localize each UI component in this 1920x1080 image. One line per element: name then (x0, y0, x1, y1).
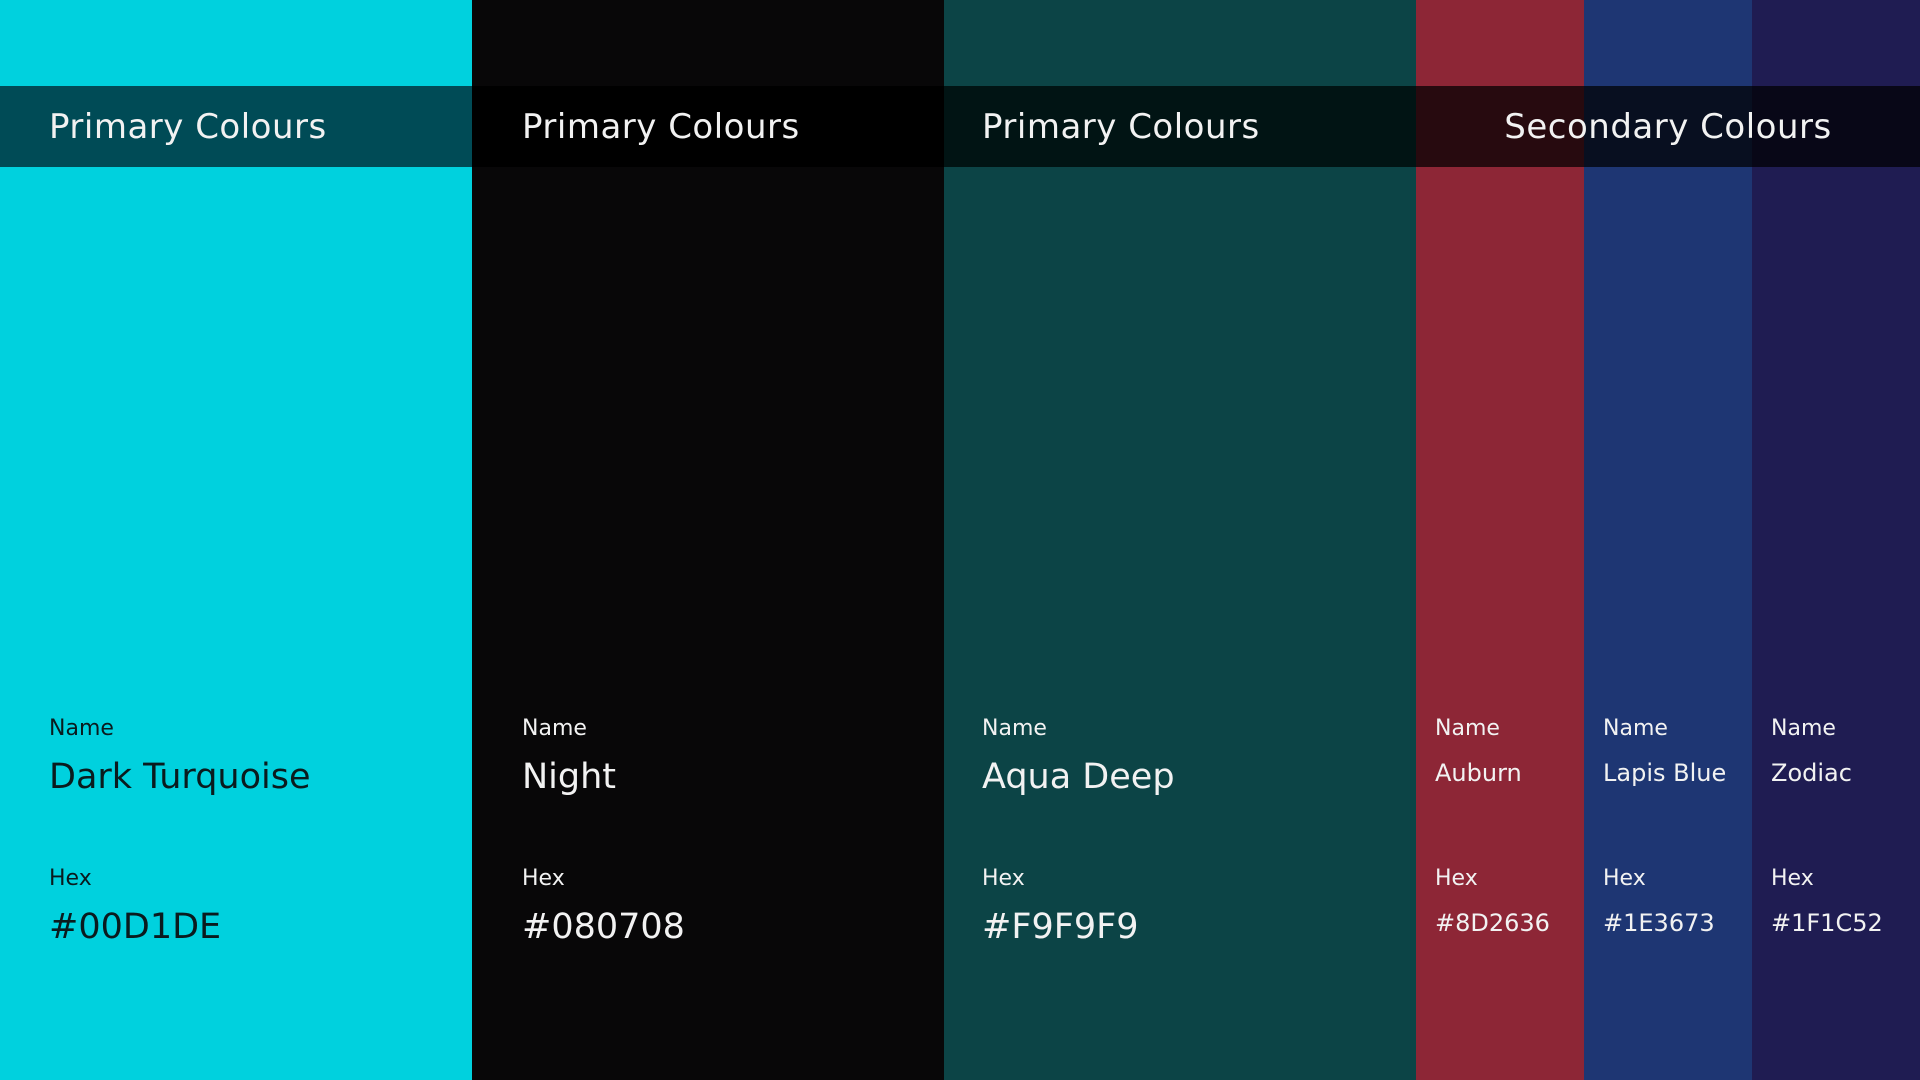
swatch-night: Primary Colours Name Night Hex #080708 (472, 0, 944, 1080)
swatch-hex: #8D2636 (1435, 909, 1550, 937)
header-title: Primary Colours (522, 106, 800, 147)
hex-label: Hex (1771, 866, 1814, 891)
name-label: Name (522, 716, 587, 741)
swatch-hex: #00D1DE (49, 907, 222, 947)
swatch-dark-turquoise: Primary Colours Name Dark Turquoise Hex … (0, 0, 472, 1080)
swatch-hex: #F9F9F9 (982, 907, 1139, 947)
header-title: Primary Colours (49, 106, 327, 147)
swatch-name: Auburn (1435, 759, 1522, 787)
name-label: Name (1603, 716, 1668, 741)
primary-colours-header: Primary Colours (944, 86, 1416, 167)
header-title: Primary Colours (982, 106, 1260, 147)
swatch-name: Dark Turquoise (49, 757, 311, 797)
name-label: Name (49, 716, 114, 741)
hex-label: Hex (49, 866, 92, 891)
swatch-aqua-deep: Primary Colours Name Aqua Deep Hex #F9F9… (944, 0, 1416, 1080)
colour-palette-page: Primary Colours Name Dark Turquoise Hex … (0, 0, 1920, 1080)
swatch-name: Zodiac (1771, 759, 1852, 787)
hex-label: Hex (982, 866, 1025, 891)
swatch-hex: #1E3673 (1603, 909, 1715, 937)
name-label: Name (1435, 716, 1500, 741)
hex-label: Hex (1435, 866, 1478, 891)
swatch-name: Night (522, 757, 617, 797)
swatch-hex: #080708 (522, 907, 685, 947)
hex-label: Hex (1603, 866, 1646, 891)
hex-label: Hex (522, 866, 565, 891)
primary-colours-header: Primary Colours (0, 86, 472, 167)
swatch-hex: #1F1C52 (1771, 909, 1883, 937)
name-label: Name (1771, 716, 1836, 741)
secondary-colours-header: Secondary Colours (1416, 86, 1920, 167)
primary-colours-header: Primary Colours (472, 86, 944, 167)
header-title: Secondary Colours (1504, 106, 1832, 147)
swatch-name: Aqua Deep (982, 757, 1175, 797)
swatch-name: Lapis Blue (1603, 759, 1727, 787)
name-label: Name (982, 716, 1047, 741)
